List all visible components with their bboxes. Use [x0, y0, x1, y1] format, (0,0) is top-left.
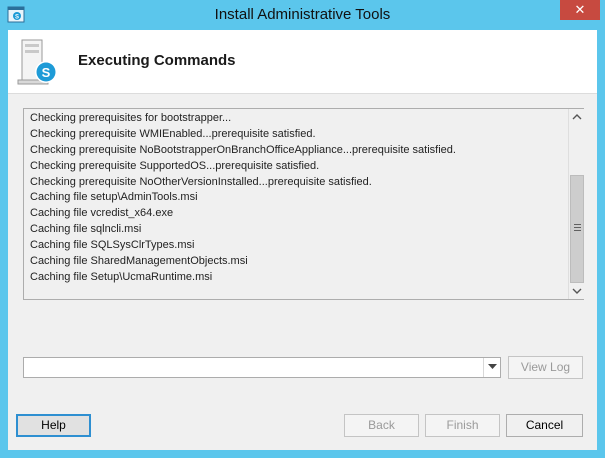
chevron-down-icon[interactable]: [483, 358, 500, 377]
scroll-down-arrow-icon[interactable]: [569, 283, 585, 299]
help-button[interactable]: Help: [16, 414, 91, 437]
log-line: Checking prerequisite NoOtherVersionInst…: [30, 175, 372, 188]
skype-server-icon: S: [17, 39, 57, 85]
log-line: Caching file SharedManagementObjects.msi: [30, 255, 248, 268]
log-select-dropdown[interactable]: [23, 357, 501, 378]
grip-icon: [574, 224, 581, 233]
installer-window: S Install Administrative Tools ✕ S Execu…: [0, 0, 605, 458]
log-line: Checking prerequisite SupportedOS...prer…: [30, 159, 320, 172]
log-line: Caching file vcredist_x64.exe: [30, 207, 174, 220]
log-line: Caching file SQLSysClrTypes.msi: [30, 239, 195, 252]
finish-button[interactable]: Finish: [425, 414, 500, 437]
log-lines: Checking prerequisites for bootstrapper.…: [30, 111, 566, 297]
wizard-header: S Executing Commands: [8, 30, 597, 94]
log-line: Caching file Setup\UcmaRuntime.msi: [30, 270, 213, 283]
log-line: Checking prerequisite WMIEnabled...prere…: [30, 127, 316, 140]
log-scrollbar[interactable]: [568, 109, 584, 299]
back-button[interactable]: Back: [344, 414, 419, 437]
command-log[interactable]: Checking prerequisites for bootstrapper.…: [23, 108, 584, 300]
window-title: Install Administrative Tools: [214, 6, 391, 23]
close-button[interactable]: ✕: [560, 0, 600, 20]
cancel-button[interactable]: Cancel: [506, 414, 583, 437]
log-line: Checking prerequisite NoBootstrapperOnBr…: [30, 143, 456, 156]
page-title: Executing Commands: [78, 52, 236, 69]
view-log-button[interactable]: View Log: [508, 356, 583, 379]
svg-text:S: S: [42, 65, 51, 80]
log-line: Caching file setup\AdminTools.msi: [30, 191, 198, 204]
scroll-thumb[interactable]: [570, 175, 584, 283]
log-line: Checking prerequisites for bootstrapper.…: [30, 112, 232, 124]
dialog-client-area: S Executing Commands Checking prerequisi…: [8, 30, 597, 450]
scroll-up-arrow-icon[interactable]: [569, 109, 585, 125]
title-bar[interactable]: S Install Administrative Tools ✕: [0, 0, 605, 30]
log-line: Caching file sqlncli.msi: [30, 223, 142, 236]
